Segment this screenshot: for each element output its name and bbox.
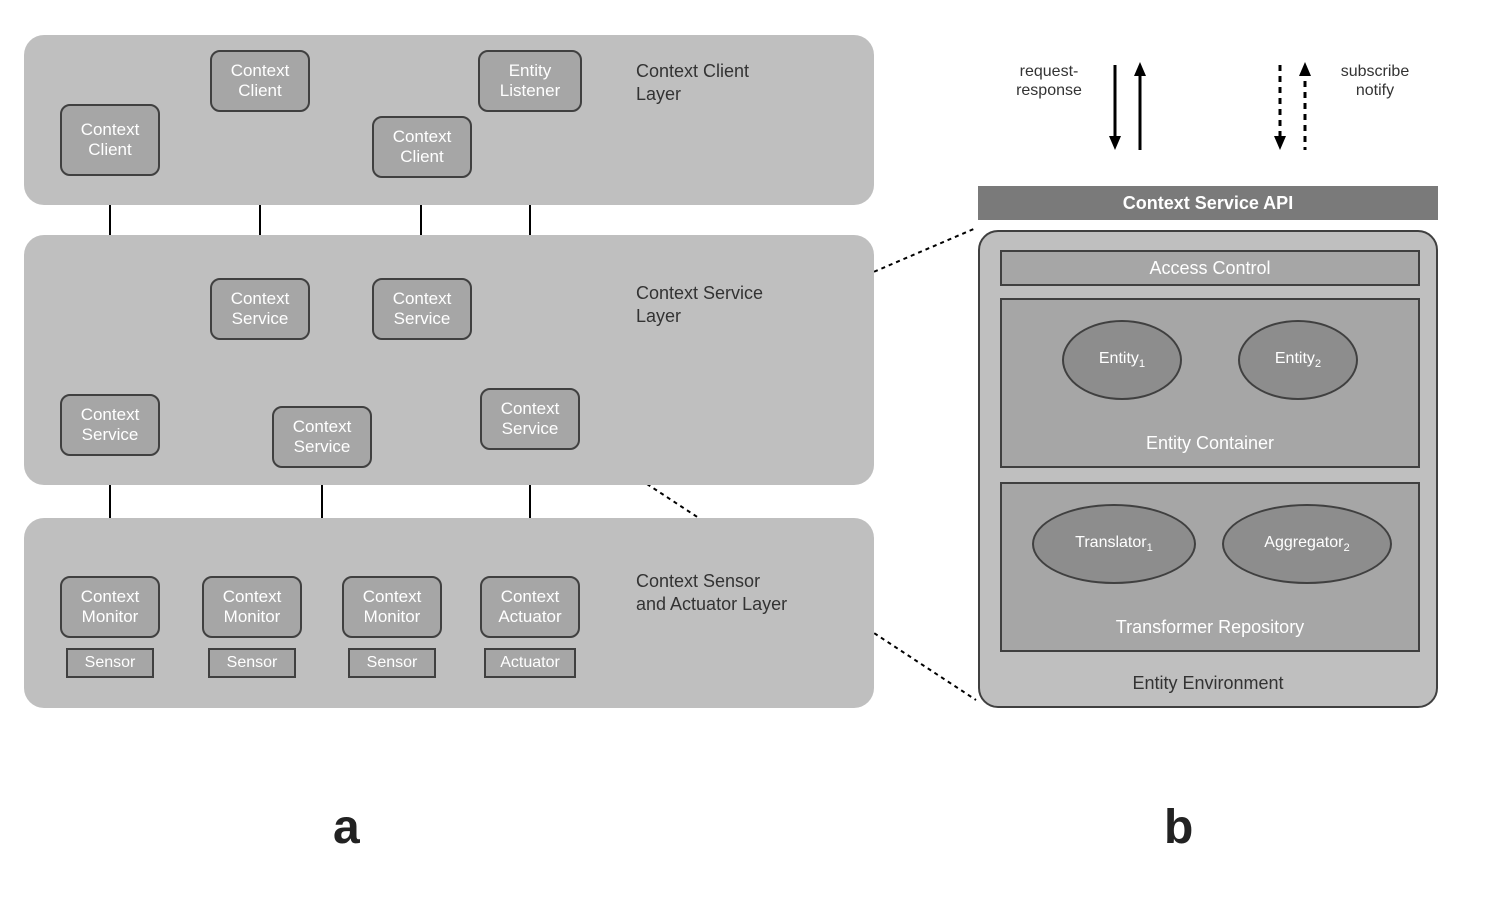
figure-label-a: a [333,800,360,855]
entity-container-label: Entity Container [1002,433,1418,454]
legend-subscribe-notify: subscribe notify [1330,62,1420,100]
context-service-5: Context Service [480,388,580,450]
context-service-1: Context Service [60,394,160,456]
entity-environment-label: Entity Environment [980,673,1436,694]
service-layer-label: Context Service Layer [636,282,836,329]
context-service-4: Context Service [272,406,372,468]
context-service-3: Context Service [372,278,472,340]
translator-1: Translator1 [1032,504,1196,584]
client-layer-label: Context Client Layer [636,60,836,107]
context-client-3: Context Client [372,116,472,178]
context-monitor-3: Context Monitor [342,576,442,638]
figure-label-b: b [1164,800,1193,855]
entity-1: Entity1 [1062,320,1182,400]
aggregator-2: Aggregator2 [1222,504,1392,584]
context-monitor-2: Context Monitor [202,576,302,638]
context-service-2: Context Service [210,278,310,340]
sensor-1: Sensor [66,648,154,678]
transformer-repository: Translator1 Aggregator2 Transformer Repo… [1000,482,1420,652]
sensor-2: Sensor [208,648,296,678]
sensor-3: Sensor [348,648,436,678]
context-actuator: Context Actuator [480,576,580,638]
legend-request-response: request- response [1004,62,1094,100]
entity-container: Entity1 Entity2 Entity Container [1000,298,1420,468]
context-client-1: Context Client [60,104,160,176]
actuator: Actuator [484,648,576,678]
sensor-layer-label: Context Sensor and Actuator Layer [636,570,866,617]
context-client-2: Context Client [210,50,310,112]
access-control: Access Control [1000,250,1420,286]
entity-listener: Entity Listener [478,50,582,112]
entity-2: Entity2 [1238,320,1358,400]
context-monitor-1: Context Monitor [60,576,160,638]
entity-environment: Access Control Entity1 Entity2 Entity Co… [978,230,1438,708]
transformer-repo-label: Transformer Repository [1002,617,1418,638]
context-service-api-bar: Context Service API [978,186,1438,220]
